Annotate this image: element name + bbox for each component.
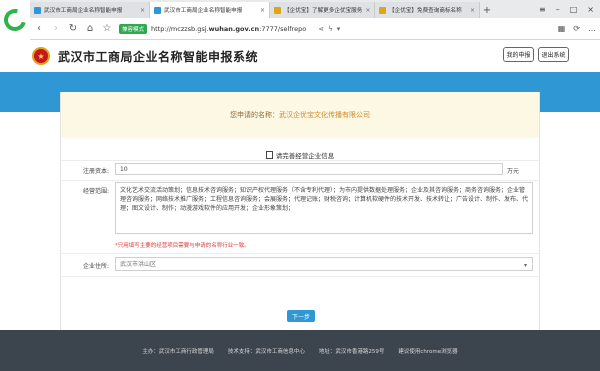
form-heading: 请完善经营企业信息 — [61, 150, 539, 160]
back-icon[interactable]: ‹ — [34, 23, 44, 34]
capital-input[interactable]: 10 — [115, 163, 503, 175]
site-favicon-icon — [34, 6, 41, 14]
close-tab-icon[interactable]: × — [365, 7, 370, 14]
qiyoubao-favicon-icon — [274, 6, 281, 14]
form-heading-text: 请完善经营企业信息 — [275, 152, 335, 160]
divider — [61, 276, 539, 277]
footer-browser-tip: 建议使用chrome浏览器 — [398, 348, 458, 355]
compat-mode-badge[interactable]: 兼容模式 — [119, 23, 148, 34]
logout-button[interactable]: 退出系统 — [538, 47, 569, 62]
share-icon[interactable]: ⋖ — [318, 25, 324, 33]
region-value: 武汉市洪山区 — [120, 261, 157, 268]
scope-label: 经营范围: — [82, 188, 109, 195]
applied-name-notice: 您申请的名称： 武汉企优宝文化传播有限公司 — [61, 92, 539, 138]
home-icon[interactable]: ⌂ — [85, 23, 95, 34]
reload-icon[interactable]: ↻ — [68, 23, 78, 34]
form-card: 您申请的名称： 武汉企优宝文化传播有限公司 请完善经营企业信息 注册资本: 10… — [60, 92, 540, 330]
scope-hint: *只用填写主要的经营项目需要与申请的名称行业一致。 — [115, 243, 250, 249]
main-content: 您申请的名称： 武汉企优宝文化传播有限公司 请完善经营企业信息 注册资本: 10… — [0, 72, 600, 330]
tab-1[interactable]: 武汉市工商局企业名称智能申报 × — [30, 2, 150, 18]
tab-label: 【企优宝】免费查询商标名称 — [389, 8, 462, 14]
page-title: 武汉市工商局企业名称智能申报系统 — [58, 49, 259, 64]
capital-label: 注册资本: — [82, 168, 109, 175]
document-icon — [265, 151, 273, 159]
next-step-button[interactable]: 下一步 — [287, 310, 315, 322]
company-name: 武汉企优宝文化传播有限公司 — [279, 111, 370, 119]
footer-support: 技术支持：武汉市工商信息中心 — [227, 348, 305, 355]
tab-label: 武汉市工商局企业名称智能申报 — [164, 8, 243, 14]
chevron-down-icon: ▾ — [523, 262, 527, 269]
divider — [61, 160, 539, 161]
maximize-icon[interactable]: □ — [570, 5, 578, 14]
tab-bar: 武汉市工商局企业名称智能申报 × 武汉市工商局企业名称智能申报 × 【企优宝】了… — [30, 0, 600, 18]
tab-2[interactable]: 武汉市工商局企业名称智能申报 × — [150, 2, 270, 18]
notice-prefix: 您申请的名称： — [230, 111, 279, 119]
region-label: 企业住所: — [82, 263, 109, 270]
favorite-star-icon[interactable]: ☆ — [102, 23, 112, 34]
apps-grid-icon[interactable]: ▦ — [558, 24, 566, 33]
forward-icon[interactable]: › — [51, 23, 61, 34]
region-select[interactable]: 武汉市洪山区 ▾ — [115, 257, 533, 271]
tab-label: 【企优宝】了解更多企优宝服务 — [284, 8, 363, 14]
refresh-icon[interactable]: ⟳ — [573, 24, 580, 33]
tab-4[interactable]: 【企优宝】免费查询商标名称 × — [375, 2, 480, 18]
tab-3[interactable]: 【企优宝】了解更多企优宝服务 × — [270, 2, 375, 18]
footer-host: 主办：武汉市工商行政管理局 — [142, 348, 214, 355]
lightning-icon[interactable]: ϟ — [328, 25, 333, 33]
site-footer: 主办：武汉市工商行政管理局 技术支持：武汉市工商信息中心 地址：武汉市香港路25… — [0, 330, 600, 371]
site-header: ★ 武汉市工商局企业名称智能申报系统 我的申报 退出系统 — [0, 40, 600, 72]
close-tab-icon[interactable]: × — [470, 7, 475, 14]
browser-logo-icon — [0, 4, 31, 36]
scope-textarea[interactable]: 文化艺术交流活动策划；信息技术咨询服务；知识产权代理服务（不含专利代理）；为市内… — [115, 182, 533, 234]
footer-address: 地址：武汉市香港路259号 — [318, 348, 385, 355]
minimize-icon[interactable]: – — [556, 5, 560, 14]
qiyoubao-favicon-icon — [379, 6, 386, 14]
browser-logo — [0, 0, 31, 40]
tab-label: 武汉市工商局企业名称智能申报 — [44, 8, 123, 14]
address-bar[interactable]: 兼容模式 http://mczzsb.gsj.wuhan.gov.cn:7777… — [119, 21, 551, 36]
dropdown-icon[interactable]: ▾ — [337, 25, 341, 33]
site-favicon-icon — [154, 6, 161, 14]
capital-unit: 万元 — [507, 168, 520, 175]
divider — [61, 180, 539, 181]
more-icon[interactable]: … — [588, 24, 596, 33]
new-tab-button[interactable]: + — [480, 2, 494, 18]
url-text[interactable]: http://mczzsb.gsj.wuhan.gov.cn:7777/self… — [151, 25, 306, 33]
divider — [61, 253, 539, 254]
url-tools: ⋖ ϟ ▾ — [318, 25, 340, 33]
close-tab-icon[interactable]: × — [260, 7, 265, 14]
my-apply-button[interactable]: 我的申报 — [503, 47, 534, 62]
close-tab-icon[interactable]: × — [140, 7, 145, 14]
navigation-bar: ‹ › ↻ ⌂ ☆ 兼容模式 http://mczzsb.gsj.wuhan.g… — [30, 18, 600, 40]
window-controls: ≡ – □ × — [533, 0, 600, 18]
menu-icon[interactable]: ≡ — [539, 5, 546, 14]
emblem-icon: ★ — [32, 47, 50, 65]
close-window-icon[interactable]: × — [587, 5, 594, 14]
toolbar-right: ▦ ⟳ … — [558, 24, 596, 33]
